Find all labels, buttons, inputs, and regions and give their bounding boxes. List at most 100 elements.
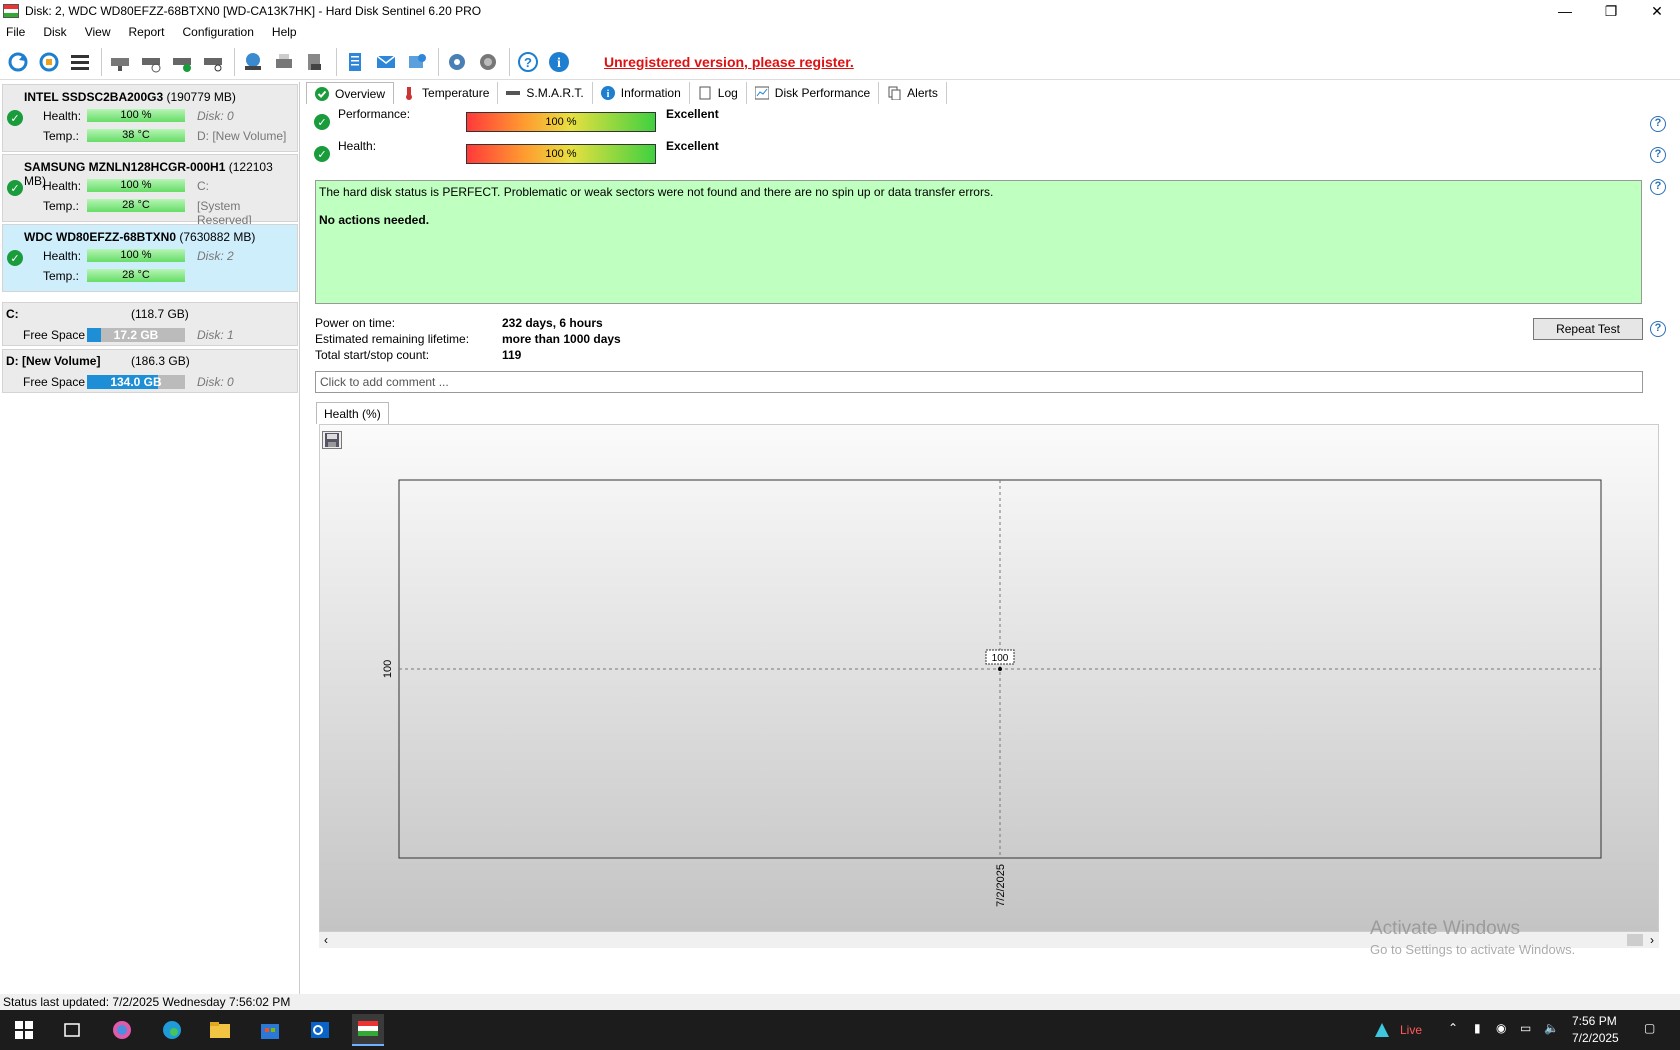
scroll-thumb[interactable] <box>1627 934 1643 946</box>
health-help-icon[interactable]: ? <box>1650 147 1666 163</box>
volume-card-c[interactable]: C: (118.7 GB) Free Space 17.2 GB Disk: 1 <box>2 302 298 346</box>
temp-label: Temp.: <box>43 269 80 283</box>
disk-card-samsung[interactable]: SAMSUNG MZNLN128HCGR-000H1 (122103 MB) ✓… <box>2 154 298 227</box>
edge-icon[interactable] <box>156 1014 188 1046</box>
volume-card-d[interactable]: D: [New Volume] (186.3 GB) Free Space 13… <box>2 349 298 393</box>
minimize-button[interactable]: — <box>1542 0 1588 22</box>
disk-name: WDC WD80EFZZ-68BTXN0 (7630882 MB) <box>24 230 256 244</box>
activation-watermark: Activate Windows <box>1370 918 1520 939</box>
status-ok-icon: ✓ <box>7 110 23 126</box>
disk-surface-icon[interactable] <box>106 48 134 76</box>
help-icon[interactable]: ? <box>514 48 542 76</box>
task-view-icon[interactable] <box>56 1014 88 1046</box>
start-stop-value: 119 <box>502 348 522 362</box>
health-bar: 100 % <box>87 249 185 262</box>
store-icon[interactable] <box>254 1014 286 1046</box>
menu-configuration[interactable]: Configuration <box>183 25 254 39</box>
status-ok-icon: ✓ <box>314 146 330 162</box>
disk-index: Disk: 1 <box>197 328 234 342</box>
performance-help-icon[interactable]: ? <box>1650 116 1666 132</box>
tab-log[interactable]: Log <box>690 82 747 104</box>
report-disk-icon[interactable] <box>301 48 329 76</box>
toolbar: ? i Unregistered version, please registe… <box>0 44 1680 80</box>
restore-button[interactable]: ❐ <box>1588 0 1634 22</box>
tab-overview[interactable]: Overview <box>306 82 395 104</box>
repeat-test-button[interactable]: Repeat Test <box>1533 318 1643 340</box>
register-link[interactable]: Unregistered version, please register. <box>604 54 854 70</box>
thermometer-icon <box>402 86 416 100</box>
windows-start-icon[interactable] <box>8 1014 40 1046</box>
clock-time[interactable]: 7:56 PM <box>1572 1014 1617 1028</box>
tab-label: Alerts <box>907 86 938 100</box>
network-tray-icon[interactable]: ▭ <box>1520 1021 1531 1035</box>
network-icon[interactable] <box>239 48 267 76</box>
health-bar: 100 % <box>466 144 656 164</box>
tray-chevron-icon[interactable]: ⌃ <box>1448 1021 1458 1035</box>
info-icon[interactable]: i <box>545 48 573 76</box>
status-ok-icon: ✓ <box>314 114 330 130</box>
refresh-all-icon[interactable] <box>35 48 63 76</box>
temp-label: Temp.: <box>43 129 80 143</box>
status-description: The hard disk status is PERFECT. Problem… <box>315 180 1642 304</box>
tab-smart[interactable]: S.M.A.R.T. <box>498 82 593 104</box>
repeat-test-help-icon[interactable]: ? <box>1650 321 1666 337</box>
scroll-left-icon[interactable]: ‹ <box>324 933 328 947</box>
meet-icon[interactable]: ◉ <box>1496 1021 1506 1035</box>
volume-name: D: [New Volume] <box>6 354 101 368</box>
x-tick-label: 7/2/2025 <box>995 864 1007 907</box>
menu-view[interactable]: View <box>85 25 111 39</box>
refresh-icon[interactable] <box>4 48 32 76</box>
health-status: Excellent <box>666 139 719 153</box>
tab-temperature[interactable]: Temperature <box>394 82 499 104</box>
performance-status: Excellent <box>666 107 719 121</box>
lifetime-label: Estimated remaining lifetime: <box>315 332 470 346</box>
hard-disk-sentinel-taskbar-icon[interactable] <box>352 1014 384 1046</box>
file-explorer-icon[interactable] <box>204 1014 236 1046</box>
report-icon[interactable] <box>341 48 369 76</box>
sound-icon[interactable] <box>474 48 502 76</box>
tab-information[interactable]: i Information <box>593 82 690 104</box>
email-icon[interactable] <box>372 48 400 76</box>
volume-tray-icon[interactable]: 🔈 <box>1544 1021 1559 1035</box>
notifications-icon[interactable]: ▢ <box>1644 1021 1655 1035</box>
health-label: Health: <box>338 139 377 153</box>
menu-report[interactable]: Report <box>128 25 164 39</box>
temp-bar: 28 °C <box>87 269 185 282</box>
disk-index: Disk: 0 <box>197 375 234 389</box>
menu-disk[interactable]: Disk <box>43 25 66 39</box>
toolbar-separator <box>336 47 337 76</box>
document-icon <box>698 86 712 100</box>
outlook-icon[interactable] <box>304 1014 336 1046</box>
data-label: 100 <box>992 653 1009 664</box>
disk-ok-icon[interactable] <box>168 48 196 76</box>
info-icon: i <box>600 86 615 100</box>
activation-watermark-sub: Go to Settings to activate Windows. <box>1370 942 1576 957</box>
send-report-icon[interactable] <box>403 48 431 76</box>
toolbar-separator <box>101 47 102 76</box>
health-label: Health: <box>43 109 82 123</box>
copilot-icon[interactable] <box>106 1014 138 1046</box>
printer-icon[interactable] <box>270 48 298 76</box>
svg-text:?: ? <box>524 55 532 70</box>
disk-card-intel[interactable]: INTEL SSDSC2BA200G3 (190779 MB) ✓ Health… <box>2 84 298 152</box>
close-button[interactable]: ✕ <box>1634 0 1680 22</box>
tab-health-chart[interactable]: Health (%) <box>316 402 389 424</box>
news-widget-icon[interactable] <box>1366 1014 1398 1046</box>
tab-disk-performance[interactable]: Disk Performance <box>747 82 880 104</box>
tab-alerts[interactable]: Alerts <box>879 82 947 104</box>
disk-test-icon[interactable] <box>137 48 165 76</box>
health-chart: 100 7/2/2025 100 <box>382 479 1602 907</box>
menu-file[interactable]: File <box>6 25 25 39</box>
status-help-icon[interactable]: ? <box>1650 179 1666 195</box>
menu-help[interactable]: Help <box>272 25 297 39</box>
clock-date[interactable]: 7/2/2025 <box>1572 1031 1619 1045</box>
disk-card-wdc[interactable]: WDC WD80EFZZ-68BTXN0 (7630882 MB) ✓ Heal… <box>2 224 298 292</box>
live-label[interactable]: Live <box>1400 1023 1422 1037</box>
disk-search-icon[interactable] <box>199 48 227 76</box>
scroll-right-icon[interactable]: › <box>1650 933 1654 947</box>
start-stop-label: Total start/stop count: <box>315 348 430 362</box>
gear-icon[interactable] <box>443 48 471 76</box>
comment-field[interactable]: Click to add comment ... <box>315 371 1643 393</box>
disk-list-icon[interactable] <box>66 48 94 76</box>
usb-icon[interactable]: ▮ <box>1474 1021 1481 1035</box>
